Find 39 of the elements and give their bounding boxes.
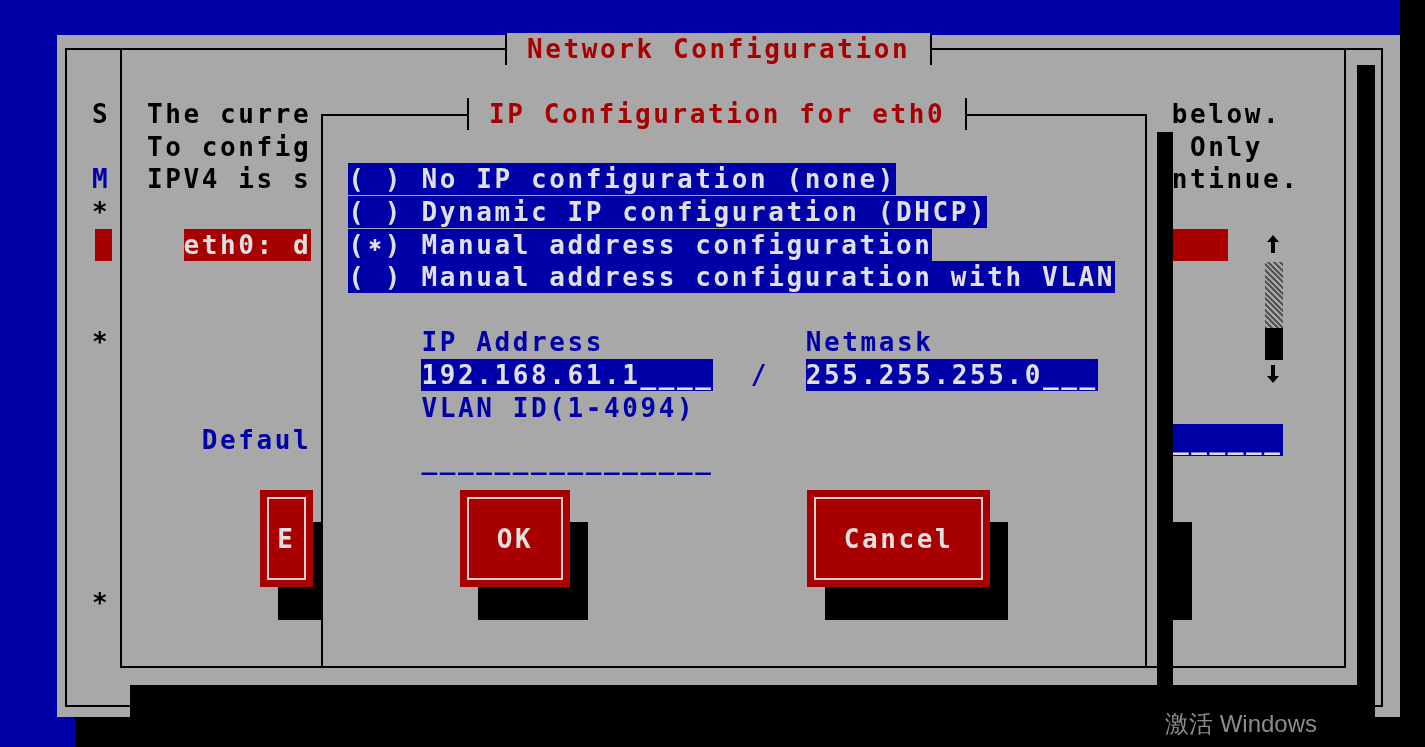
activation-watermark: 激活 Windows — [1165, 709, 1318, 739]
row-marker: * — [92, 326, 111, 359]
row-marker: M — [92, 163, 111, 196]
intro-text: below. — [1171, 98, 1282, 131]
device-row[interactable]: eth0: d — [183, 228, 312, 261]
radio-button[interactable]: ( ) — [348, 261, 422, 294]
radio-button[interactable]: ( ) — [348, 228, 422, 261]
radio-option-label[interactable]: Dynamic IP configuration (DHCP) — [421, 196, 988, 228]
row-marker: * — [92, 196, 111, 228]
radio-option-label[interactable]: Manual address configuration with VLAN — [421, 261, 1116, 294]
radio-option-label[interactable]: Manual address configuration — [421, 228, 933, 261]
ok-button[interactable]: OK — [460, 490, 570, 587]
asterisk-icon — [368, 237, 383, 252]
intro-text: Only — [1190, 130, 1263, 163]
intro-text: To config — [146, 130, 312, 163]
cancel-button[interactable]: Cancel — [807, 490, 990, 587]
window-title: Network Configuration — [505, 33, 933, 65]
field-label: VLAN ID(1-4094) — [421, 391, 696, 424]
field-label: Netmask — [805, 326, 934, 359]
scrollbar-thumb[interactable] — [1265, 328, 1283, 360]
intro-text: IPV4 is s — [146, 163, 312, 196]
gateway-field[interactable]: ______ — [1173, 424, 1283, 457]
scroll-down-icon[interactable] — [1266, 364, 1280, 384]
radio-button[interactable]: ( ) — [348, 163, 422, 196]
row-marker: S — [92, 98, 111, 131]
vlan-id-field[interactable]: ________________ — [421, 443, 714, 476]
field-label: IP Address — [421, 326, 604, 359]
row-marker: * — [92, 587, 111, 620]
gateway-label: Defaul — [201, 424, 312, 457]
dialog-title: IP Configuration for eth0 — [467, 98, 968, 131]
ip-address-field[interactable]: 192.168.61.1____ — [421, 359, 714, 391]
intro-text: ntinue. — [1171, 163, 1300, 196]
radio-button[interactable]: ( ) — [348, 196, 422, 228]
separator-text: / — [750, 359, 770, 391]
edit-button[interactable]: E — [260, 490, 313, 587]
scroll-up-icon[interactable] — [1266, 234, 1280, 254]
netmask-field[interactable]: 255.255.255.0___ — [805, 359, 1098, 391]
radio-option-label[interactable]: No IP configuration (none) — [421, 163, 896, 196]
intro-text: The curre — [146, 98, 312, 131]
